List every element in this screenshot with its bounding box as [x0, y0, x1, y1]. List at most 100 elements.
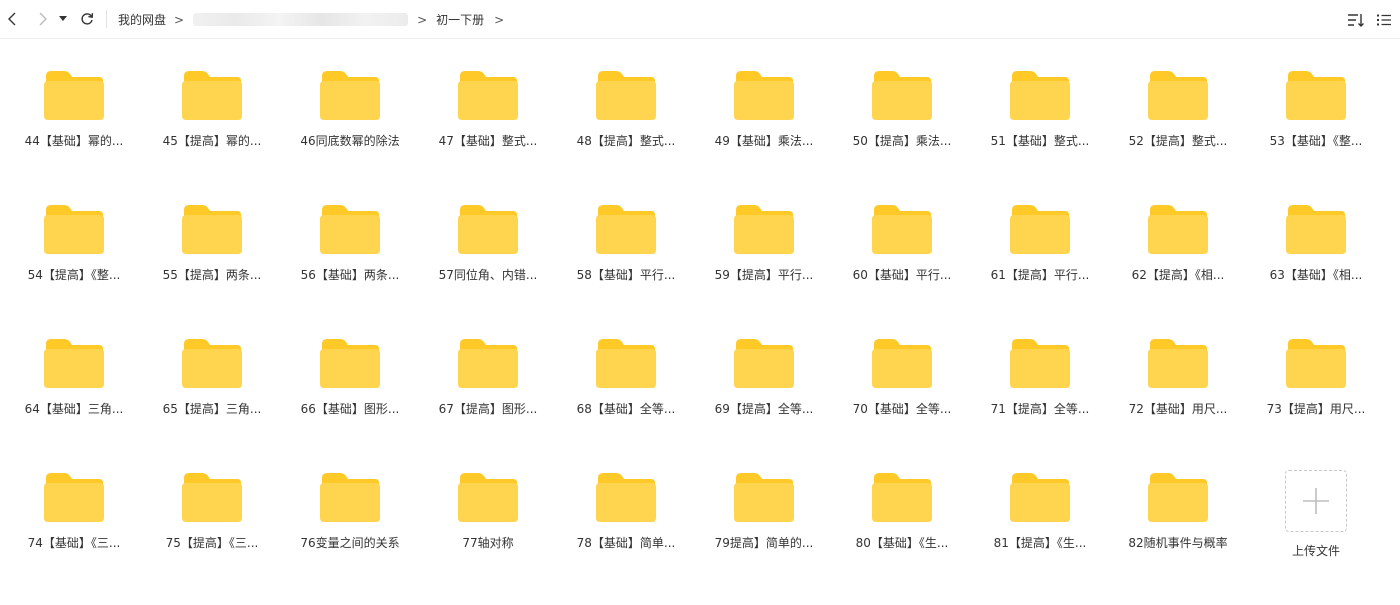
folder-icon	[872, 339, 932, 388]
plus-icon	[1303, 488, 1329, 514]
breadcrumb-root[interactable]: 我的网盘	[118, 11, 166, 28]
folder-item[interactable]: 68【基础】全等...	[557, 308, 695, 442]
folder-item[interactable]: 47【基础】整式...	[419, 40, 557, 174]
folder-name: 65【提高】三角...	[162, 402, 262, 416]
refresh-button[interactable]	[76, 8, 98, 30]
folder-name: 66【基础】图形...	[300, 402, 400, 416]
folder-icon	[872, 473, 932, 522]
sort-button[interactable]	[1346, 10, 1366, 30]
folder-icon	[1286, 71, 1346, 120]
folder-icon	[182, 205, 242, 254]
folder-item[interactable]: 56【基础】两条...	[281, 174, 419, 308]
folder-icon	[182, 71, 242, 120]
folder-icon	[44, 339, 104, 388]
folder-name: 59【提高】平行...	[714, 268, 814, 282]
folder-icon	[320, 473, 380, 522]
folder-item[interactable]: 70【基础】全等...	[833, 308, 971, 442]
folder-item[interactable]: 73【提高】用尺...	[1247, 308, 1385, 442]
folder-item[interactable]: 54【提高】《整...	[5, 174, 143, 308]
breadcrumb-current[interactable]: 初一下册	[436, 11, 484, 28]
folder-icon	[1286, 205, 1346, 254]
folder-item[interactable]: 72【基础】用尺...	[1109, 308, 1247, 442]
folder-icon	[44, 71, 104, 120]
refresh-icon	[81, 13, 94, 25]
folder-item[interactable]: 76变量之间的关系	[281, 442, 419, 576]
back-button[interactable]	[2, 8, 24, 30]
folder-item[interactable]: 57同位角、内错...	[419, 174, 557, 308]
folder-item[interactable]: 79提高】简单的...	[695, 442, 833, 576]
folder-item[interactable]: 81【提高】《生...	[971, 442, 1109, 576]
folder-name: 58【基础】平行...	[576, 268, 676, 282]
folder-icon	[872, 205, 932, 254]
folder-name: 72【基础】用尺...	[1128, 402, 1228, 416]
folder-icon	[182, 473, 242, 522]
folder-item[interactable]: 46同底数幂的除法	[281, 40, 419, 174]
folder-item[interactable]: 82随机事件与概率	[1109, 442, 1247, 576]
folder-name: 61【提高】平行...	[990, 268, 1090, 282]
folder-name: 79提高】简单的...	[714, 536, 814, 550]
upload-file-tile[interactable]: 上传文件	[1247, 442, 1385, 576]
folder-item[interactable]: 69【提高】全等...	[695, 308, 833, 442]
folder-icon	[1010, 71, 1070, 120]
folder-item[interactable]: 71【提高】全等...	[971, 308, 1109, 442]
folder-name: 68【基础】全等...	[576, 402, 676, 416]
upload-file-label: 上传文件	[1291, 544, 1340, 558]
folder-name: 75【提高】《三...	[165, 536, 259, 550]
history-dropdown-button[interactable]	[55, 8, 71, 30]
folder-name: 55【提高】两条...	[162, 268, 262, 282]
folder-item[interactable]: 60【基础】平行...	[833, 174, 971, 308]
folder-item[interactable]: 62【提高】《相...	[1109, 174, 1247, 308]
folder-item[interactable]: 78【基础】简单...	[557, 442, 695, 576]
folder-item[interactable]: 59【提高】平行...	[695, 174, 833, 308]
breadcrumb-separator: >	[417, 12, 428, 27]
folder-name: 62【提高】《相...	[1131, 268, 1225, 282]
view-mode-button[interactable]	[1374, 10, 1394, 30]
folder-item[interactable]: 49【基础】乘法...	[695, 40, 833, 174]
chevron-right-icon	[39, 12, 47, 26]
folder-item[interactable]: 51【基础】整式...	[971, 40, 1109, 174]
breadcrumb: 我的网盘 > > 初一下册 >	[118, 0, 513, 39]
folder-name: 78【基础】简单...	[576, 536, 676, 550]
folder-name: 71【提高】全等...	[990, 402, 1090, 416]
folder-item[interactable]: 48【提高】整式...	[557, 40, 695, 174]
folder-name: 82随机事件与概率	[1128, 536, 1228, 550]
upload-file-button[interactable]	[1285, 470, 1347, 532]
folder-icon	[734, 339, 794, 388]
folder-item[interactable]: 80【基础】《生...	[833, 442, 971, 576]
folder-name: 70【基础】全等...	[852, 402, 952, 416]
breadcrumb-hidden-path	[193, 13, 409, 26]
folder-name: 80【基础】《生...	[855, 536, 949, 550]
folder-icon	[44, 205, 104, 254]
folder-icon	[320, 205, 380, 254]
folder-icon	[1148, 71, 1208, 120]
folder-item[interactable]: 52【提高】整式...	[1109, 40, 1247, 174]
folder-item[interactable]: 58【基础】平行...	[557, 174, 695, 308]
folder-name: 77轴对称	[462, 536, 514, 550]
folder-name: 69【提高】全等...	[714, 402, 814, 416]
folder-name: 54【提高】《整...	[27, 268, 121, 282]
folder-item[interactable]: 74【基础】《三...	[5, 442, 143, 576]
folder-item[interactable]: 77轴对称	[419, 442, 557, 576]
folder-item[interactable]: 44【基础】幂的...	[5, 40, 143, 174]
folder-item[interactable]: 67【提高】图形...	[419, 308, 557, 442]
folder-item[interactable]: 55【提高】两条...	[143, 174, 281, 308]
folder-item[interactable]: 61【提高】平行...	[971, 174, 1109, 308]
folder-item[interactable]: 65【提高】三角...	[143, 308, 281, 442]
toolbar: 我的网盘 > > 初一下册 >	[0, 0, 1400, 39]
folder-item[interactable]: 66【基础】图形...	[281, 308, 419, 442]
folder-icon	[320, 71, 380, 120]
folder-item[interactable]: 75【提高】《三...	[143, 442, 281, 576]
folder-icon	[1148, 205, 1208, 254]
folder-name: 47【基础】整式...	[438, 134, 538, 148]
forward-button[interactable]	[31, 8, 53, 30]
folder-item[interactable]: 64【基础】三角...	[5, 308, 143, 442]
folder-name: 60【基础】平行...	[852, 268, 952, 282]
folder-item[interactable]: 53【基础】《整...	[1247, 40, 1385, 174]
folder-name: 53【基础】《整...	[1269, 134, 1363, 148]
folder-icon	[44, 473, 104, 522]
folder-item[interactable]: 45【提高】幂的...	[143, 40, 281, 174]
folder-icon	[458, 205, 518, 254]
folder-name: 44【基础】幂的...	[24, 134, 124, 148]
folder-item[interactable]: 50【提高】乘法...	[833, 40, 971, 174]
folder-item[interactable]: 63【基础】《相...	[1247, 174, 1385, 308]
